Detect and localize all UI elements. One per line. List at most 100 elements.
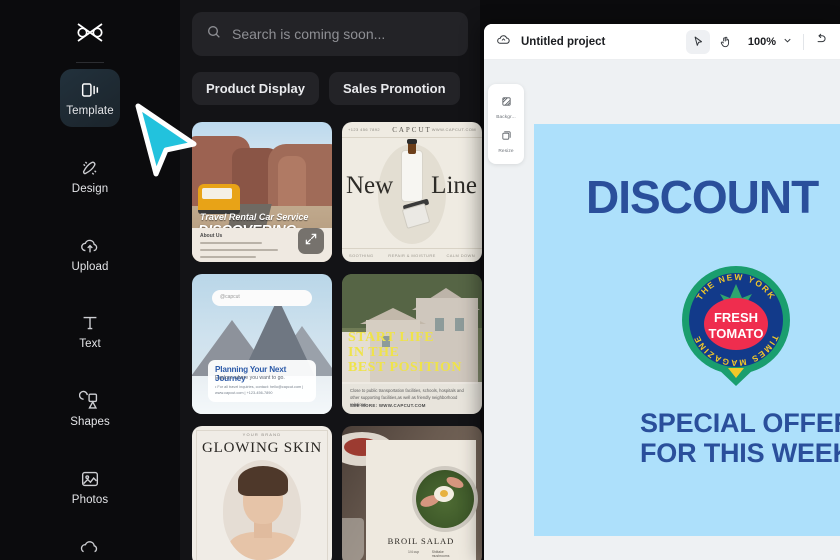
- bottle-shape: [401, 150, 423, 202]
- svg-text:FRESH: FRESH: [714, 310, 758, 325]
- hand-tool[interactable]: [714, 30, 738, 54]
- left-rail: Template Design Upload Text Shapes Photo…: [0, 0, 180, 560]
- expand-arrows-icon: [304, 232, 318, 251]
- card-kicker: Travel Rental Car Service: [200, 212, 309, 222]
- card-word-right: Line: [431, 172, 477, 199]
- card-bottom-right-text: CALM DOWN: [446, 253, 475, 258]
- undo-arrow-icon[interactable]: [814, 32, 828, 51]
- canvas-offer-line1[interactable]: SPECIAL OFFER: [640, 408, 840, 439]
- cursor-tool[interactable]: [685, 29, 710, 54]
- sidebar-item-label: Photos: [71, 494, 109, 507]
- window-shape: [435, 318, 444, 331]
- resize-button[interactable]: Resize: [488, 124, 524, 158]
- card-line1: START LIFE: [348, 330, 435, 345]
- toolbar-divider: [803, 33, 804, 50]
- template-card-glowing-skin[interactable]: YOUR BRAND GLOWING SKIN: [192, 426, 332, 560]
- template-grid: Travel Rental Car Service DISCOVERING BE…: [192, 122, 482, 560]
- editor-body: Backgr... Resize DISCOUNT THE NEW YORK T…: [484, 60, 840, 560]
- template-card-planning-next-journey[interactable]: @capcut Planning Your Next Journey Explo…: [192, 274, 332, 414]
- card-line2: IN THE: [348, 345, 400, 360]
- card-word-left: New: [346, 172, 394, 199]
- template-card-start-life-best-position[interactable]: START LIFE IN THE BEST POSITION Close to…: [342, 274, 482, 414]
- resize-label: Resize: [498, 149, 514, 154]
- sidebar-item-more[interactable]: [60, 536, 120, 560]
- rail-divider: [76, 61, 104, 63]
- card-handle: @capcut: [220, 294, 240, 300]
- project-title[interactable]: Untitled project: [521, 36, 605, 48]
- window-shape: [455, 318, 464, 331]
- sidebar-item-upload[interactable]: Upload: [60, 225, 120, 283]
- editor-topbar: Untitled project 100%: [484, 24, 840, 60]
- salad-photo: [412, 466, 478, 532]
- template-card-broil-salad[interactable]: BROIL SALAD 1/4 cup Shiitake mushrooms 2…: [342, 426, 482, 560]
- capcut-logo-icon[interactable]: [70, 16, 110, 52]
- recipe-card: BROIL SALAD 1/4 cup Shiitake mushrooms 2…: [366, 440, 478, 560]
- shapes-icon: [78, 390, 101, 412]
- card-handle-pill: @capcut: [212, 290, 312, 306]
- card-line3: BEST POSITION: [348, 360, 463, 375]
- ingredient-name: Shiitake mushrooms: [431, 550, 450, 558]
- editor-left-panel: Backgr... Resize: [488, 84, 524, 164]
- upload-cloud-icon: [79, 235, 101, 257]
- card-footer-heading: About Us: [200, 233, 223, 239]
- sidebar-item-label: Template: [66, 104, 114, 117]
- sidebar-item-label: Text: [79, 338, 101, 351]
- expand-button[interactable]: [298, 228, 324, 254]
- cloud-save-icon[interactable]: [496, 32, 511, 52]
- card-subhead: Explore where you want to go.: [215, 375, 285, 381]
- card-brand: YOUR BRAND: [242, 432, 282, 437]
- ingredient-qty: 1/4 cup: [408, 550, 420, 554]
- camper-van-shape: [198, 184, 240, 214]
- resize-frame-icon: [501, 128, 512, 146]
- capcut-editor-screen: Template Design Upload Text Shapes Photo…: [0, 0, 840, 560]
- egg-shape: [434, 486, 454, 502]
- editor-tools: 100%: [685, 29, 828, 54]
- card-cta: SEE MORE: WWW.CAPCUT.COM: [350, 403, 426, 408]
- card-headline: GLOWING SKIN: [202, 440, 322, 456]
- template-card-travel-rental-car[interactable]: Travel Rental Car Service DISCOVERING BE…: [192, 122, 332, 262]
- design-canvas[interactable]: DISCOUNT THE NEW YORK TIMES MAGAZINE FRE…: [534, 124, 840, 536]
- text-t-icon: [79, 312, 101, 334]
- fresh-tomato-badge[interactable]: THE NEW YORK TIMES MAGAZINE FRESH TOMATO: [680, 264, 792, 392]
- canvas-offer-line2[interactable]: FOR THIS WEEK: [640, 438, 840, 469]
- ingredient-list: 1/4 cup Shiitake mushrooms 2 cups Mixed …: [408, 550, 462, 560]
- design-icon: [79, 157, 101, 179]
- card-info-box: Planning Your Next Journey Explore where…: [208, 360, 316, 402]
- sidebar-item-label: Upload: [71, 260, 109, 273]
- svg-text:TOMATO: TOMATO: [709, 326, 764, 341]
- sidebar-item-design[interactable]: Design: [60, 147, 120, 205]
- search-placeholder: Search is coming soon...: [232, 26, 386, 42]
- search-input[interactable]: Search is coming soon...: [192, 12, 468, 56]
- sidebar-item-text[interactable]: Text: [60, 302, 120, 360]
- card-details: • For all travel inquiries, contact: hel…: [215, 385, 304, 395]
- chip-sales-promotion[interactable]: Sales Promotion: [328, 72, 460, 105]
- bottle-cap-shape: [407, 139, 417, 144]
- rock-shape: [278, 156, 306, 212]
- template-panel: Search is coming soon... Product Display…: [180, 0, 482, 560]
- sidebar-item-shapes[interactable]: Shapes: [60, 380, 120, 438]
- card-top-right-text: WWW.CAPCUT.COM: [431, 127, 476, 132]
- card-title: BROIL SALAD: [387, 536, 455, 546]
- glass-shape: [342, 518, 364, 560]
- sidebar-item-template[interactable]: Template: [60, 68, 120, 127]
- template-card-new-line[interactable]: +123 456 7892 CAPCUT WWW.CAPCUT.COM New …: [342, 122, 482, 262]
- sidebar-item-photos[interactable]: Photos: [60, 458, 120, 516]
- chevron-down-icon[interactable]: [782, 33, 793, 51]
- zoom-level[interactable]: 100%: [748, 36, 776, 48]
- card-footer: Close to public transportation facilitie…: [342, 382, 482, 414]
- background-label: Backgr...: [496, 115, 516, 120]
- canvas-heading[interactable]: DISCOUNT: [586, 170, 819, 224]
- background-checker-icon: [501, 94, 512, 112]
- chip-product-display[interactable]: Product Display: [192, 72, 319, 105]
- editor-window: Untitled project 100% Backgr... Resize D…: [484, 24, 840, 560]
- card-portrait: [223, 460, 301, 560]
- partial-icon: [79, 537, 101, 559]
- list-item: 1/4 cup Shiitake mushrooms: [408, 550, 462, 558]
- sidebar-item-label: Design: [71, 182, 109, 195]
- photos-image-icon: [79, 468, 101, 490]
- filter-chips: Product Display Sales Promotion: [192, 72, 468, 105]
- search-icon: [206, 24, 222, 45]
- template-icon: [79, 79, 101, 101]
- background-button[interactable]: Backgr...: [488, 90, 524, 124]
- sidebar-item-label: Shapes: [70, 416, 110, 429]
